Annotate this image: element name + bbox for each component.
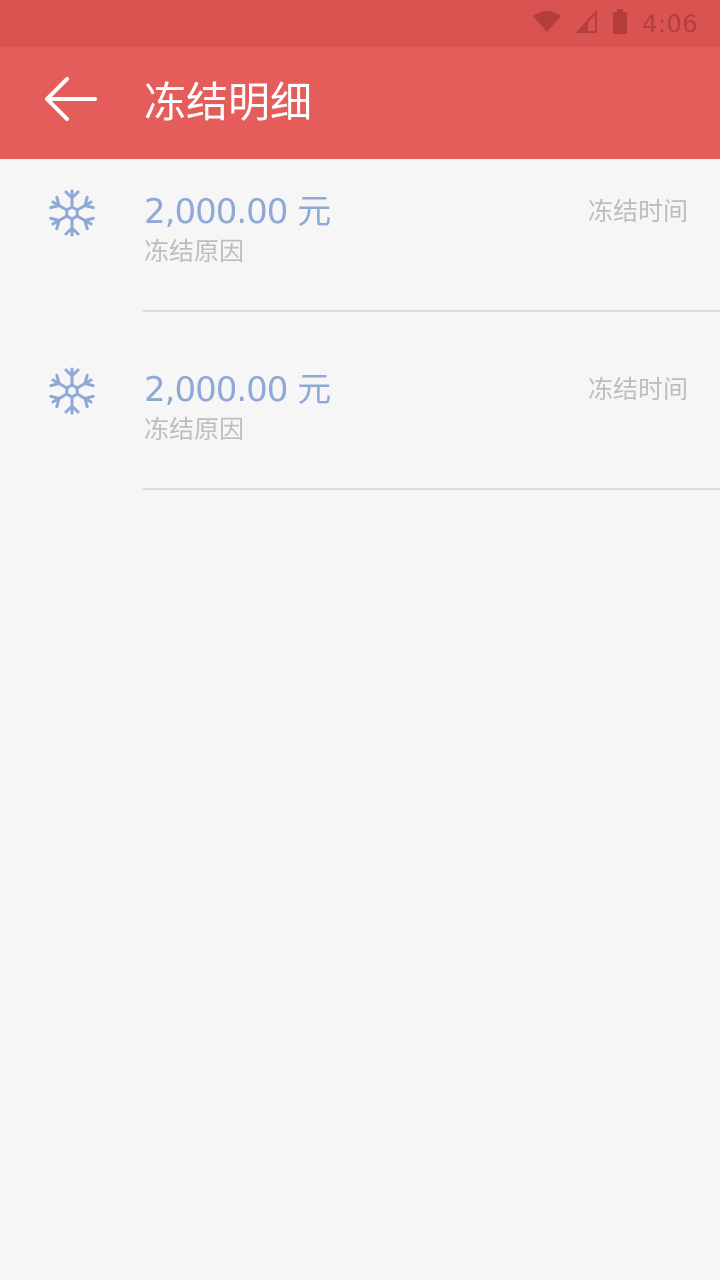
page-title: 冻结明细 <box>144 78 313 127</box>
freeze-list: 2,000.00 元 冻结原因 冻结时间 2,000.00 元 冻结原因 冻结时… <box>0 159 720 515</box>
back-button[interactable] <box>30 69 110 133</box>
list-item[interactable]: 2,000.00 元 冻结原因 冻结时间 <box>0 337 720 515</box>
status-icons: 4:06 <box>532 0 698 47</box>
signal-icon <box>575 8 598 38</box>
arrow-left-icon <box>43 76 97 126</box>
freeze-time: 冻结时间 <box>587 197 688 226</box>
wifi-icon <box>532 10 562 38</box>
freeze-reason: 冻结原因 <box>144 237 245 266</box>
freeze-time: 冻结时间 <box>587 375 688 404</box>
freeze-amount: 2,000.00 元 <box>144 192 331 232</box>
status-bar: 4:06 <box>0 0 720 47</box>
snowflake-icon <box>44 185 100 241</box>
divider <box>143 488 720 490</box>
freeze-amount: 2,000.00 元 <box>144 370 331 410</box>
list-item[interactable]: 2,000.00 元 冻结原因 冻结时间 <box>0 159 720 337</box>
battery-icon <box>612 8 628 39</box>
divider <box>143 310 720 312</box>
status-time: 4:06 <box>642 9 698 38</box>
freeze-reason: 冻结原因 <box>144 415 245 444</box>
snowflake-icon <box>44 363 100 419</box>
app-bar: 冻结明细 <box>0 47 720 159</box>
